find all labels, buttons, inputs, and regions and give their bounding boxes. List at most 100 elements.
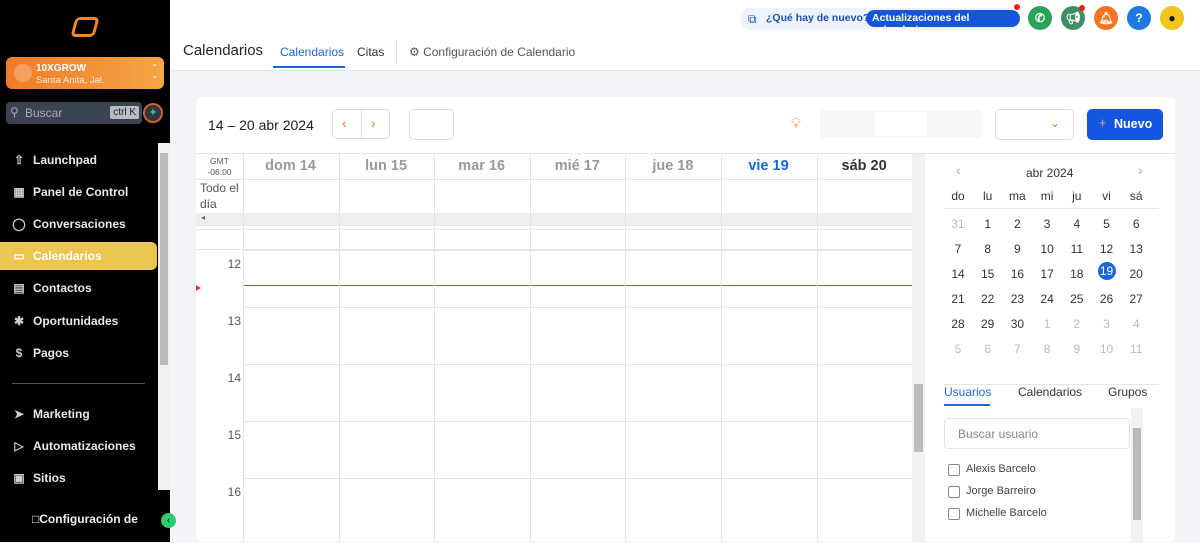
mini-calendar-day[interactable]: 25 xyxy=(1063,292,1091,306)
hour-slot[interactable] xyxy=(243,250,912,307)
mini-calendar-day[interactable]: 18 xyxy=(1063,267,1091,281)
hour-slot[interactable] xyxy=(243,421,912,478)
search-input[interactable]: ⚲ Buscar ctrl K xyxy=(6,102,142,124)
day-header[interactable]: vie 19 xyxy=(721,158,816,174)
view-switcher[interactable] xyxy=(820,110,982,138)
day-header[interactable]: lun 15 xyxy=(339,158,434,174)
phone-icon[interactable]: ✆ xyxy=(1028,6,1052,30)
mini-calendar-day[interactable]: 3 xyxy=(1033,217,1061,231)
mini-calendar-day[interactable]: 4 xyxy=(1122,317,1150,331)
mini-calendar-day[interactable]: 9 xyxy=(1003,242,1031,256)
sidebar-item-label: Oportunidades xyxy=(33,314,119,328)
mini-calendar-day[interactable]: 14 xyxy=(944,267,972,281)
mini-calendar-day[interactable]: 5 xyxy=(944,342,972,356)
collapse-sidebar-button[interactable]: ‹ xyxy=(161,513,176,528)
mini-calendar-day[interactable]: 9 xyxy=(1063,342,1091,356)
sidebar-item-panel-de-control[interactable]: ▦ Panel de Control xyxy=(0,178,157,206)
hour-slot[interactable] xyxy=(243,478,912,535)
next-month-button[interactable]: › xyxy=(1138,162,1143,178)
tab-citas[interactable]: Citas xyxy=(357,45,384,59)
mini-calendar-day[interactable]: 24 xyxy=(1033,292,1061,306)
mini-calendar-day[interactable]: 5 xyxy=(1093,217,1121,231)
mini-calendar-day[interactable]: 17 xyxy=(1033,267,1061,281)
help-icon[interactable]: ? xyxy=(1127,6,1151,30)
mini-calendar-day[interactable]: 10 xyxy=(1033,242,1061,256)
mini-calendar-day[interactable]: 1 xyxy=(974,217,1002,231)
user-checkbox[interactable] xyxy=(948,464,960,476)
bell-icon[interactable]: 🔔︎ xyxy=(1094,6,1118,30)
mini-calendar-day[interactable]: 4 xyxy=(1063,217,1091,231)
mini-calendar-day[interactable]: 27 xyxy=(1122,292,1150,306)
sidebar-item-pagos[interactable]: $ Pagos xyxy=(0,339,157,367)
ai-sparkle-button[interactable]: ✦ xyxy=(143,103,163,123)
mini-calendar-day[interactable]: 8 xyxy=(1033,342,1061,356)
sidebar-scrollbar[interactable] xyxy=(158,143,170,490)
lightbulb-icon[interactable]: 💡︎ xyxy=(791,115,801,132)
day-header[interactable]: mar 16 xyxy=(434,158,529,174)
mini-calendar-day[interactable]: 15 xyxy=(974,267,1002,281)
mini-calendar-day[interactable]: 13 xyxy=(1122,242,1150,256)
day-header[interactable]: mié 17 xyxy=(530,158,625,174)
sidebar-item-automatizaciones[interactable]: ▷ Automatizaciones xyxy=(0,432,157,460)
user-search-input[interactable]: Buscar usuario xyxy=(944,418,1130,449)
mini-calendar-day[interactable]: 30 xyxy=(1003,317,1031,331)
prev-week-button[interactable]: ‹ xyxy=(342,115,347,131)
mini-calendar-day[interactable]: 6 xyxy=(1122,217,1150,231)
hour-slot[interactable] xyxy=(243,364,912,421)
mini-calendar-day[interactable]: 6 xyxy=(974,342,1002,356)
mini-calendar-day[interactable]: 3 xyxy=(1093,317,1121,331)
mini-calendar-day[interactable]: 31 xyxy=(944,217,972,231)
mini-calendar-day[interactable]: 22 xyxy=(974,292,1002,306)
new-button[interactable]: + Nuevo xyxy=(1087,109,1163,140)
sidebar-item-oportunidades[interactable]: ✱ Oportunidades xyxy=(0,307,157,335)
hour-slot[interactable] xyxy=(243,307,912,364)
sidebar-item-calendarios[interactable]: ▭ Calendarios xyxy=(0,242,157,270)
calendar-updates-badge[interactable]: Actualizaciones del calendario xyxy=(866,10,1020,36)
mini-calendar-day[interactable]: 12 xyxy=(1093,242,1121,256)
sidebar-item-marketing[interactable]: ➤ Marketing xyxy=(0,400,157,428)
mini-calendar-day[interactable]: 20 xyxy=(1122,267,1150,281)
mini-calendar-day[interactable]: 26 xyxy=(1093,292,1121,306)
calendar-select[interactable]: ⌄ xyxy=(995,109,1074,140)
sidebar-item-sitios[interactable]: ▣ Sitios xyxy=(0,464,157,492)
mini-calendar-day[interactable]: 29 xyxy=(974,317,1002,331)
day-header[interactable]: dom 14 xyxy=(243,158,338,174)
whats-new-bar[interactable]: ⧉ ¿Qué hay de nuevo? Actualizaciones del… xyxy=(740,4,1020,36)
vertical-scrollbar[interactable] xyxy=(912,154,925,542)
mini-calendar-day[interactable]: 1 xyxy=(1033,317,1061,331)
mini-calendar-day[interactable]: 19 xyxy=(1097,262,1116,280)
sidebar-item-launchpad[interactable]: ⇧ Launchpad xyxy=(0,146,157,174)
horizontal-scrollbar[interactable]: ◂ xyxy=(196,213,912,226)
account-switcher[interactable]: 10XGROW Santa Anita, Jal. ⌃ ⌄ xyxy=(6,57,164,89)
mini-calendar-day[interactable]: 21 xyxy=(944,292,972,306)
avatar[interactable]: ● xyxy=(1160,6,1184,30)
mini-calendar-day[interactable]: 28 xyxy=(944,317,972,331)
mini-calendar-day[interactable]: 7 xyxy=(944,242,972,256)
next-week-button[interactable]: › xyxy=(371,115,376,131)
tab-calendarios-panel[interactable]: Calendarios xyxy=(1018,385,1082,399)
mini-calendar-day[interactable]: 2 xyxy=(1063,317,1091,331)
day-header[interactable]: sáb 20 xyxy=(817,158,912,174)
tab-usuarios[interactable]: Usuarios xyxy=(944,385,991,399)
tab-grupos[interactable]: Grupos xyxy=(1108,385,1147,399)
day-header[interactable]: jue 18 xyxy=(625,158,720,174)
mini-calendar-day[interactable]: 11 xyxy=(1063,242,1091,256)
megaphone-icon[interactable]: 📢︎ xyxy=(1061,5,1085,30)
mini-calendar-day[interactable]: 16 xyxy=(1003,267,1031,281)
sidebar-item-contactos[interactable]: ▤ Contactos xyxy=(0,274,157,302)
mini-calendar-day[interactable]: 8 xyxy=(974,242,1002,256)
today-button[interactable] xyxy=(409,109,454,140)
tab-calendarios[interactable]: Calendarios xyxy=(280,45,344,59)
mini-calendar-day[interactable]: 10 xyxy=(1093,342,1121,356)
user-checkbox[interactable] xyxy=(948,508,960,520)
mini-calendar-day[interactable]: 7 xyxy=(1003,342,1031,356)
user-list-scrollbar[interactable] xyxy=(1131,408,1143,543)
mini-calendar-day[interactable]: 11 xyxy=(1122,342,1150,356)
mini-calendar-day[interactable]: 23 xyxy=(1003,292,1031,306)
prev-month-button[interactable]: ‹ xyxy=(956,162,961,178)
mini-calendar-day[interactable]: 2 xyxy=(1003,217,1031,231)
settings-item[interactable]: □Configuración de xyxy=(32,512,138,526)
sidebar-item-conversaciones[interactable]: ◯ Conversaciones xyxy=(0,210,157,238)
tab-configuracion[interactable]: ⚙ Configuración de Calendario xyxy=(409,45,575,59)
user-checkbox[interactable] xyxy=(948,486,960,498)
